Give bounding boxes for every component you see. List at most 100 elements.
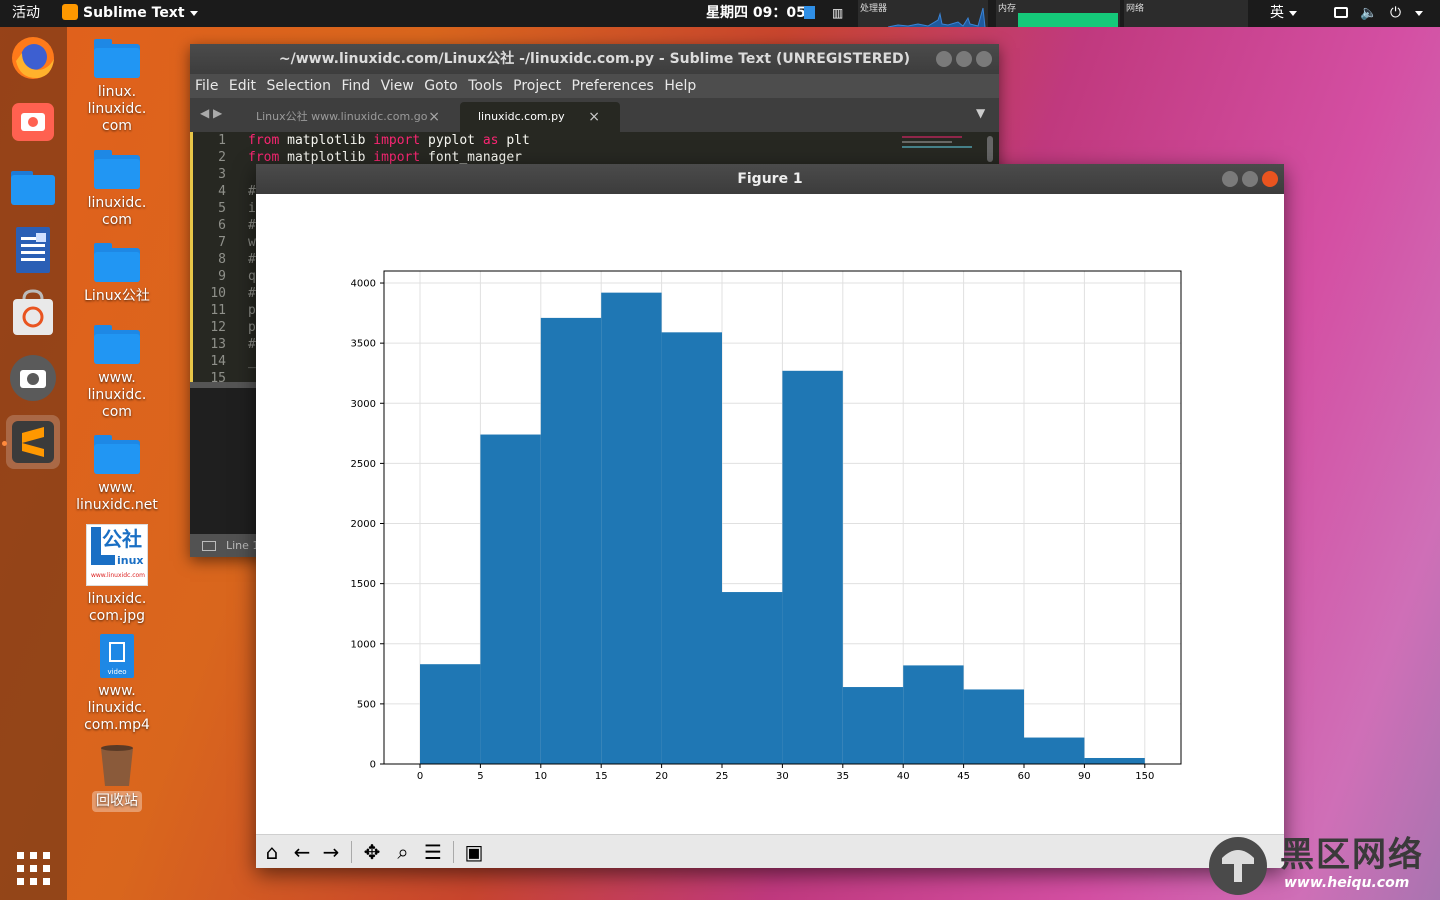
chart-indicator-icon[interactable]: ▥ [832,0,843,27]
dock-files[interactable] [6,159,60,213]
folder-icon [94,39,140,78]
tab-close-icon[interactable]: × [428,102,440,132]
menu-goto[interactable]: Goto [424,78,457,94]
dock-camera[interactable] [6,351,60,405]
network-label: 网络 [1126,4,1145,14]
histogram-bar [722,592,783,764]
dock-software[interactable] [6,287,60,341]
clipboard-icon[interactable] [804,6,815,19]
figure-window: Figure 1 0 500 1000 1500 2000 2500 3000 3500 400… [256,164,1284,868]
input-method-menu[interactable]: 英 [1270,0,1297,27]
x-tick-label: 150 [1135,771,1154,782]
code-module: matplotlib [287,133,366,148]
maximize-icon[interactable] [1242,171,1258,187]
desktop-video-file[interactable]: video www. linuxidc. com.mp4 [72,634,162,734]
desktop-folder[interactable]: linuxidc. com [72,150,162,229]
forward-icon[interactable]: → [318,839,344,865]
minimap[interactable] [902,132,982,162]
code-char: # [248,337,256,352]
figure-titlebar[interactable]: Figure 1 [256,164,1284,194]
menu-preferences[interactable]: Preferences [572,78,654,94]
menu-project[interactable]: Project [513,78,561,94]
code-name: font_manager [428,150,522,165]
desktop-folder[interactable]: linux. linuxidc. com [72,39,162,135]
histogram-bar [420,664,481,764]
window-titlebar[interactable]: ~/www.linuxidc.com/Linux公社 -/linuxidc.co… [190,44,999,74]
y-tick-label: 2500 [351,459,376,470]
desktop-folder[interactable]: www. linuxidc. com [72,325,162,421]
dock-writer[interactable] [6,223,60,277]
line-number: 6 [218,218,226,233]
desktop-folder[interactable]: Linux公社 [72,243,162,305]
y-tick-label: 500 [357,699,376,710]
maximize-icon[interactable] [956,51,972,67]
code-char: p [248,303,256,318]
film-icon [109,642,125,662]
figure-title: Figure 1 [737,171,803,187]
figure-toolbar: ⌂ ← → ✥ ⌕ ☰ ▣ [256,834,1284,868]
zoom-icon[interactable]: ⌕ [390,839,416,865]
home-icon[interactable]: ⌂ [259,839,285,865]
app-menu[interactable]: Sublime Text [62,0,198,27]
desktop-icon-label: www. linuxidc.net [76,480,158,513]
volume-icon[interactable]: 🔈 [1360,0,1377,27]
back-icon[interactable]: ← [289,839,315,865]
histogram-bar [842,687,904,764]
dock-screenshot[interactable] [6,95,60,149]
line-number: 10 [210,286,226,301]
menu-edit[interactable]: Edit [229,78,256,94]
tab-close-icon[interactable]: × [588,102,600,132]
minimize-icon[interactable] [936,51,952,67]
tab-dropdown-icon[interactable]: ▼ [976,106,985,120]
desktop-icon-label: Linux公社 [84,288,150,304]
watermark-logo-icon [1209,837,1267,895]
tab-inactive[interactable]: Linux公社 www.linuxidc.com.go × [238,102,456,132]
x-tick-label: 20 [655,771,668,782]
menu-view[interactable]: View [381,78,414,94]
tab-label: Linux公社 www.linuxidc.com.go [256,110,428,123]
tab-nav-arrows-icon[interactable]: ◀ ▶ [200,106,222,120]
tab-active[interactable]: linuxidc.com.py × [460,102,620,132]
close-icon[interactable] [976,51,992,67]
save-icon[interactable]: ▣ [461,839,487,865]
pan-icon[interactable]: ✥ [359,839,385,865]
menu-file[interactable]: File [195,78,218,94]
firefox-icon [12,37,54,79]
histogram-chart[interactable]: 0 500 1000 1500 2000 2500 3000 3500 4000 0 5 10 15 20… [256,194,1284,834]
desktop-trash[interactable]: 回收站 [72,744,162,812]
cpu-monitor[interactable]: 处理器 [858,0,988,27]
menu-help[interactable]: Help [664,78,696,94]
power-icon[interactable]: ⏻ [1390,0,1401,27]
show-apps-button[interactable] [6,841,60,895]
toolbar-separator [453,841,454,863]
dock-firefox[interactable] [6,31,60,85]
scrollbar[interactable] [987,136,993,162]
configure-icon[interactable]: ☰ [420,839,446,865]
activities-button[interactable]: 活动 [12,0,40,27]
minimize-icon[interactable] [1222,171,1238,187]
desktop-image-file[interactable]: 公社 inux www.linuxidc.com linuxidc. com.j… [72,524,162,625]
line-number-gutter: 1 2 3 4 5 6 7 8 9 10 11 12 13 14 15 [190,132,238,386]
clock[interactable]: 星期四 09：05 [706,0,806,27]
tab-label: linuxidc.com.py [478,110,565,123]
line-number: 5 [218,201,226,216]
system-menu[interactable] [1410,0,1423,27]
menu-find[interactable]: Find [341,78,370,94]
top-bar: 活动 Sublime Text 星期四 09：05 ▥ 处理器 内存 网络 英 … [0,0,1440,27]
close-icon[interactable] [1262,171,1278,187]
folder-icon [94,243,140,282]
menu-tools[interactable]: Tools [468,78,503,94]
video-badge: video [107,668,127,676]
network-monitor[interactable]: 网络 [1124,0,1248,27]
display-icon[interactable] [1334,7,1348,18]
dock-sublime[interactable] [6,415,60,469]
photo-app-icon [12,103,54,141]
panel-toggle-icon[interactable] [202,541,216,551]
chevron-down-icon [189,10,198,16]
memory-monitor[interactable]: 内存 [996,0,1120,27]
code-char: p [248,320,256,335]
menu-selection[interactable]: Selection [266,78,331,94]
code-char: w [248,235,256,250]
desktop-folder[interactable]: www. linuxidc.net [72,435,162,514]
x-tick-label: 0 [417,771,423,782]
